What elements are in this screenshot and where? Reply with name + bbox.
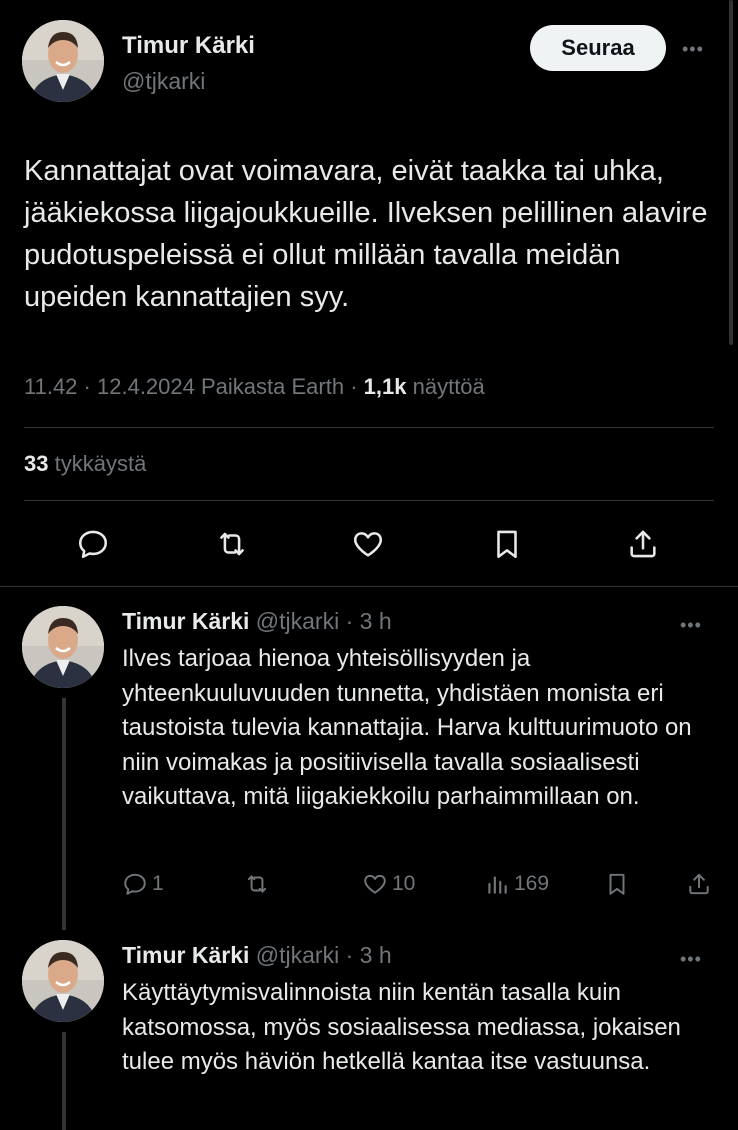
bar-chart-icon (488, 876, 507, 894)
follow-button[interactable]: Seuraa (530, 25, 666, 71)
reply-time[interactable]: · 3 h (346, 608, 392, 634)
reply-count: 1 (152, 872, 164, 895)
author-handle[interactable]: @tjkarki (256, 942, 339, 968)
views-count: 1,1k (363, 374, 407, 399)
speech-bubble-icon (78, 530, 108, 559)
views-count: 169 (514, 872, 550, 895)
speech-bubble-icon (124, 873, 146, 895)
divider (24, 427, 714, 428)
author-name[interactable]: Timur Kärki (122, 32, 255, 60)
like-button[interactable]: 10 (362, 864, 415, 904)
reply-time[interactable]: · 3 h (346, 942, 392, 968)
reply-tweet[interactable]: Timur Kärki @tjkarki · 3 h ••• Ilves tar… (0, 606, 738, 930)
author-handle[interactable]: @tjkarki (122, 68, 205, 95)
reply-header: Timur Kärki @tjkarki · 3 h (122, 608, 392, 635)
tweet-date[interactable]: 12.4.2024 (97, 374, 195, 399)
share-button[interactable] (686, 864, 712, 904)
views-button[interactable]: 169 (484, 864, 549, 904)
divider (0, 586, 738, 587)
reply-text: Käyttäytymisvalinnoista niin kentän tasa… (122, 979, 681, 1075)
likes-count: 33 (24, 451, 49, 476)
heart-icon (353, 532, 383, 557)
likes-summary[interactable]: 33 tykkäystä (24, 451, 146, 477)
bookmark-icon (497, 530, 517, 559)
views-label: näyttöä (412, 374, 485, 399)
thread-line (62, 1032, 66, 1130)
retweet-icon (220, 532, 244, 556)
share-icon (630, 530, 656, 558)
main-tweet-header: Timur Kärki @tjkarki Seuraa ••• (22, 18, 722, 108)
tweet-text: Kannattajat ovat voimavara, eivät taakka… (24, 155, 708, 313)
reply-header: Timur Kärki @tjkarki · 3 h (122, 942, 392, 969)
author-handle[interactable]: @tjkarki (256, 608, 339, 634)
author-name[interactable]: Timur Kärki (122, 608, 249, 634)
author-name[interactable]: Timur Kärki (122, 942, 249, 968)
like-button[interactable] (348, 518, 388, 570)
tweet-time[interactable]: 11.42 (24, 374, 77, 399)
scrollbar[interactable] (729, 0, 733, 345)
heart-icon (364, 874, 386, 894)
reply-tweet[interactable]: Timur Kärki @tjkarki · 3 h ••• Käyttäyty… (0, 940, 738, 1130)
tweet-action-bar (0, 518, 738, 574)
avatar[interactable] (22, 940, 104, 1022)
bookmark-button[interactable] (487, 518, 527, 570)
share-button[interactable] (623, 518, 663, 570)
more-dots-icon[interactable]: ••• (680, 950, 702, 968)
avatar[interactable] (22, 20, 104, 102)
bookmark-icon (609, 873, 625, 895)
retweet-button[interactable] (244, 864, 270, 904)
more-dots-icon[interactable]: ••• (682, 40, 704, 58)
more-dots-icon[interactable]: ••• (680, 616, 702, 634)
reply-action-bar: 1 10 169 (0, 864, 738, 904)
reply-button[interactable]: 1 (122, 864, 164, 904)
bookmark-button[interactable] (604, 864, 630, 904)
tweet-thread-page: Timur Kärki @tjkarki Seuraa ••• Kannatta… (0, 0, 738, 1130)
retweet-button[interactable] (212, 518, 252, 570)
avatar[interactable] (22, 606, 104, 688)
separator: · (83, 374, 91, 399)
divider (24, 500, 714, 501)
separator: · (350, 374, 358, 399)
reply-button[interactable] (73, 518, 113, 570)
retweet-icon (247, 875, 267, 893)
tweet-meta: 11.42 · 12.4.2024 Paikasta Earth · 1,1k … (24, 374, 485, 400)
reply-text: Ilves tarjoaa hienoa yhteisöllisyyden ja… (122, 645, 692, 810)
like-count: 10 (392, 872, 416, 895)
share-icon (689, 873, 709, 895)
tweet-location: Paikasta Earth (201, 374, 345, 399)
likes-label: tykkäystä (54, 451, 147, 476)
